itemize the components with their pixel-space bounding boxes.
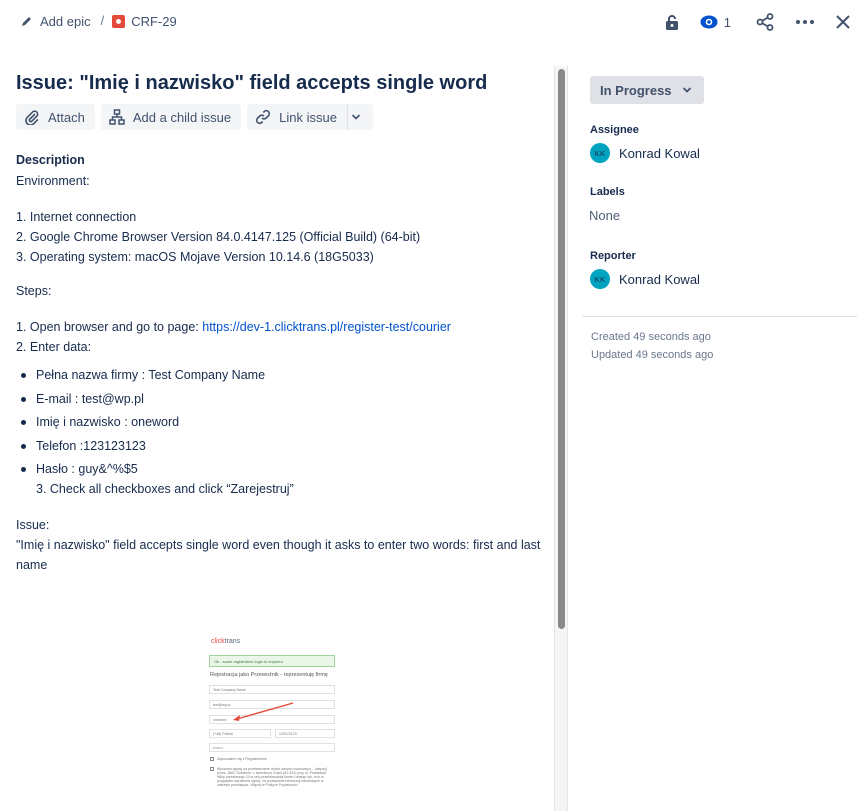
add-child-label: Add a child issue [132,109,232,125]
reporter-label: Reporter [590,250,636,262]
attach-label: Attach [48,109,85,125]
link-dropdown-button[interactable] [346,104,373,130]
labels-value[interactable]: None [589,208,857,223]
steps-label: Steps: [16,284,52,298]
link-icon [256,109,271,125]
description-heading: Description [16,153,85,167]
list-item: E-mail : test@wp.pl [16,389,546,409]
list-item: Telefon :123123123 [16,436,546,456]
lock-icon[interactable] [660,10,684,34]
chevron-down-icon [682,87,691,93]
register-page-link[interactable]: https://dev-1.clicktrans.pl/register-tes… [202,320,451,334]
updated-timestamp: Updated 49 seconds ago [591,349,714,361]
labels-field: Labels None [589,186,857,223]
reporter-field: Reporter KK Konrad Kowal [590,250,857,289]
environment-line: 3. Operating system: macOS Mojave Versio… [16,250,374,264]
add-child-issue-button[interactable]: Add a child issue [100,104,242,130]
assignee-field: Assignee KK Konrad Kowal [590,124,857,163]
breadcrumb-separator: / [100,13,105,28]
paperclip-icon [25,110,39,125]
step-3: 3. Check all checkboxes and click “Zarej… [36,481,294,496]
eye-icon [700,15,718,29]
link-issue-group: Link issue [247,104,373,130]
status-label: In Progress [600,82,672,98]
issue-key-link[interactable]: CRF-29 [131,14,177,29]
step-1: 1. Open browser and go to page: https://… [16,320,451,334]
assignee-label: Assignee [590,124,639,136]
breadcrumb: Add epic / CRF-29 [20,13,177,29]
reporter-name: Konrad Kowal [619,271,700,287]
pencil-icon [22,17,31,26]
issue-label: Issue: [16,517,50,532]
watch-button[interactable]: 1 [700,10,731,34]
environment-label: Environment: [16,174,90,188]
labels-label: Labels [590,186,625,198]
avatar: KK [590,269,610,289]
more-icon[interactable] [793,10,817,34]
reporter-value[interactable]: KK Konrad Kowal [590,269,857,289]
hierarchy-icon [109,109,125,125]
attach-button[interactable]: Attach [16,104,95,130]
main-scrollbar[interactable] [554,66,568,811]
chevron-down-icon [352,114,361,120]
list-item: Pełna nazwa firmy : Test Company Name [16,365,546,385]
share-icon[interactable] [753,10,777,34]
red-arrow-icon [233,702,294,721]
attachment-thumbnail[interactable]: clicktrans Ok - some registration login … [205,635,338,791]
list-item: Hasło : guy&^%$5 [16,459,546,479]
divider [582,316,857,317]
list-item: Imię i nazwisko : oneword [16,412,546,432]
issue-text: "Imię i nazwisko" field accepts single w… [16,537,541,572]
avatar: KK [590,143,610,163]
issue-sidebar: In Progress Assignee KK Konrad Kowal Lab… [582,60,857,361]
created-timestamp: Created 49 seconds ago [591,331,711,343]
assignee-value[interactable]: KK Konrad Kowal [590,143,857,163]
link-issue-label: Link issue [279,109,337,125]
close-icon[interactable] [831,10,855,34]
scrollbar-thumb[interactable] [558,69,565,629]
environment-line: 2. Google Chrome Browser Version 84.0.41… [16,230,421,244]
add-epic-link[interactable]: Add epic [40,14,91,29]
data-list: Pełna nazwa firmy : Test Company Name E-… [16,365,546,479]
bug-icon [112,14,126,28]
watch-count: 1 [723,14,731,30]
link-issue-button[interactable]: Link issue [247,104,347,130]
issue-title[interactable]: Issue: "Imię i nazwisko" field accepts s… [16,69,546,97]
top-bar: Add epic / CRF-29 1 [0,0,863,44]
status-dropdown[interactable]: In Progress [590,76,704,104]
description[interactable]: Description Environment: 1. Internet con… [16,153,546,575]
issue-action-buttons: Attach Add a child issue Link issue [16,104,546,130]
assignee-name: Konrad Kowal [619,145,700,161]
environment-line: 1. Internet connection [16,210,137,224]
step-2: 2. Enter data: [16,340,92,354]
issue-main: Issue: "Imię i nazwisko" field accepts s… [16,60,546,575]
